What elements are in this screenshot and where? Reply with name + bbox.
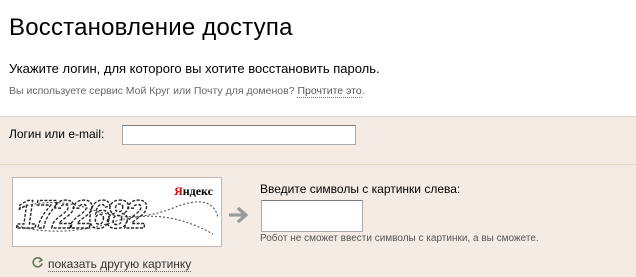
captcha-input[interactable]: [261, 200, 363, 232]
refresh-captcha-label[interactable]: показать другую картинку: [48, 257, 192, 272]
yandex-logo-rest: ндекс: [182, 184, 213, 198]
captcha-label: Введите символы с картинки слева:: [260, 182, 461, 196]
form-divider: [0, 164, 636, 165]
refresh-icon[interactable]: [31, 256, 44, 272]
yandex-logo-first: Я: [174, 184, 183, 198]
arrow-right-icon: [228, 206, 251, 228]
page-title: Восстановление доступа: [9, 14, 293, 41]
yandex-logo: Яндекс: [174, 184, 213, 199]
page-subtitle: Укажите логин, для которого вы хотите во…: [9, 61, 380, 76]
refresh-captcha-link[interactable]: показать другую картинку: [31, 256, 192, 272]
service-note: Вы используете сервис Мой Круг или Почту…: [9, 85, 365, 98]
read-this-link[interactable]: Прочтите это: [297, 85, 362, 98]
captcha-hint: Робот не сможет ввести символы с картинк…: [260, 233, 539, 244]
captcha-characters: 1722682: [13, 192, 149, 237]
login-input[interactable]: [122, 125, 356, 145]
service-note-text: Вы используете сервис Мой Круг или Почту…: [9, 85, 298, 97]
login-label: Логин или e-mail:: [9, 127, 105, 141]
captcha-image: 1722682 Яндекс: [12, 177, 222, 247]
service-note-end: .: [361, 85, 365, 97]
